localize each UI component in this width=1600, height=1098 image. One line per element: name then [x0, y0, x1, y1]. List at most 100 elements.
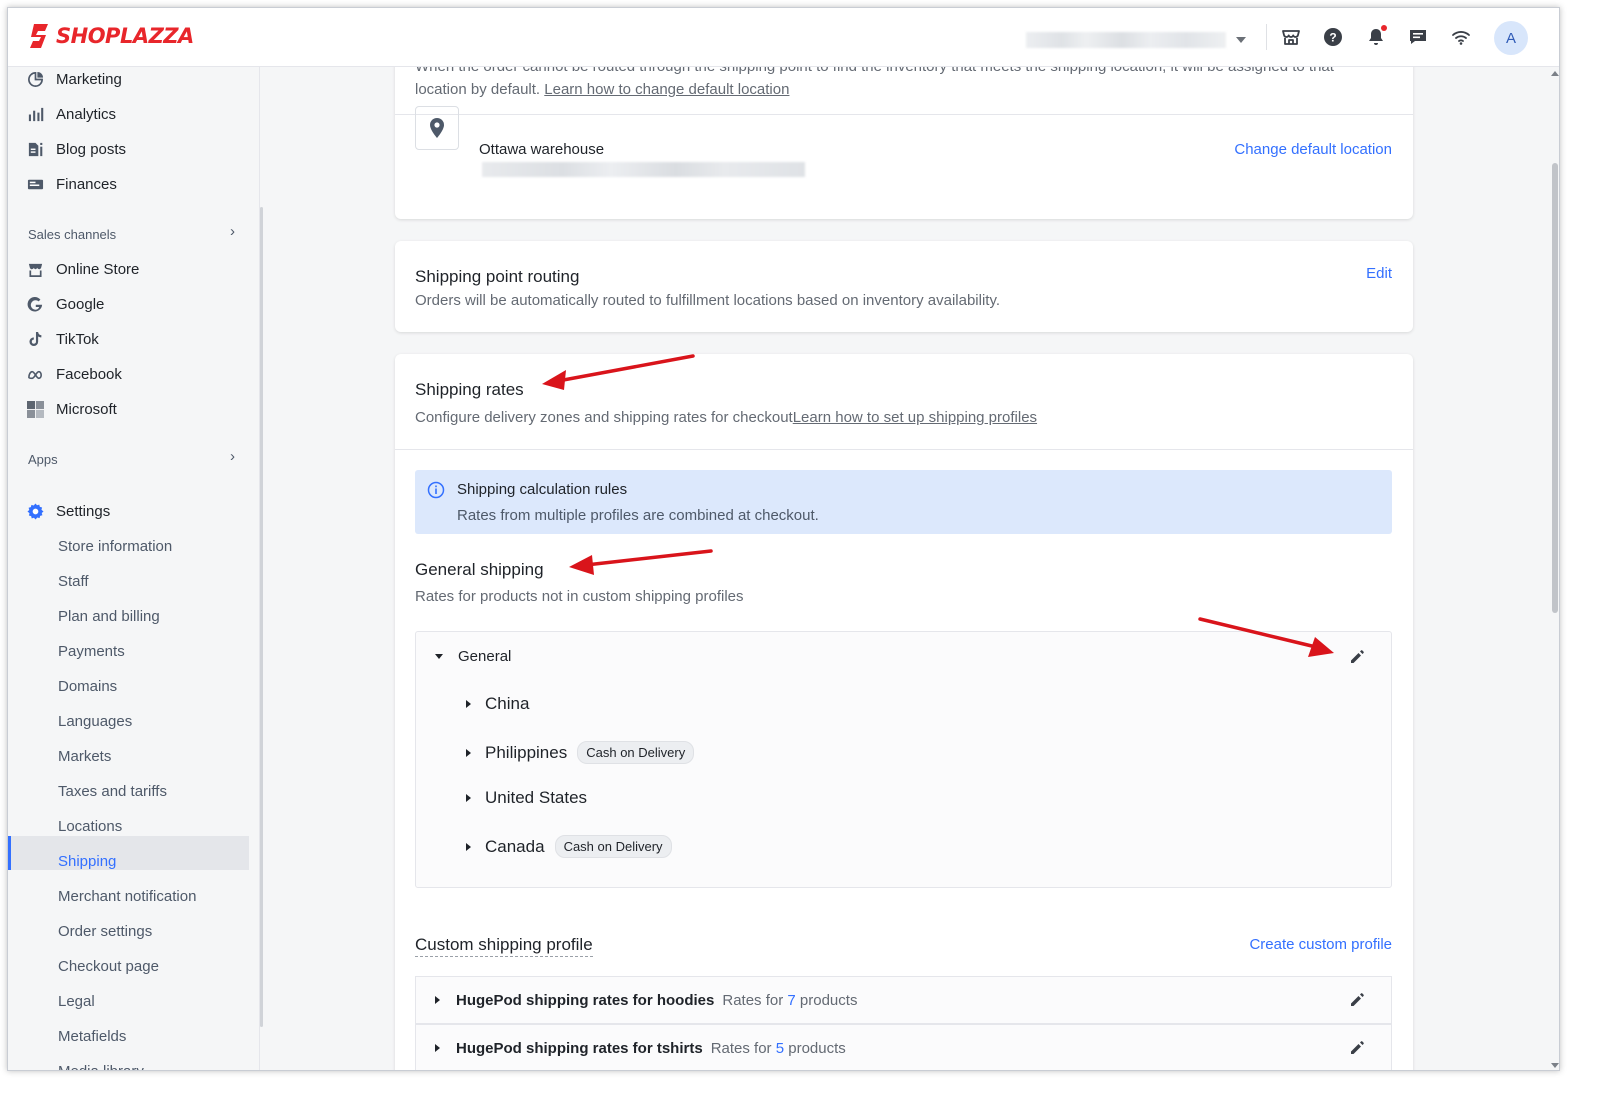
country-row-canada[interactable]: Canada Cash on Delivery: [466, 835, 672, 858]
divider: [395, 114, 1413, 115]
routing-description: Orders will be automatically routed to f…: [415, 292, 1001, 309]
custom-profile-row-hoodies[interactable]: HugePod shipping rates for hoodies Rates…: [415, 976, 1392, 1024]
sidebar-sub-order-settings[interactable]: Order settings: [58, 923, 152, 940]
sidebar-item-analytics[interactable]: Analytics: [26, 101, 116, 127]
location-name: Ottawa warehouse: [479, 141, 605, 158]
country-row-united-states[interactable]: United States: [466, 788, 587, 808]
country-name: Canada: [485, 836, 545, 856]
cash-on-delivery-badge: Cash on Delivery: [554, 835, 672, 858]
scroll-up-arrow-icon[interactable]: [1551, 71, 1559, 76]
custom-shipping-profile-title: Custom shipping profile: [415, 935, 593, 957]
expand-caret-icon: [435, 1044, 440, 1052]
analytics-icon: [26, 105, 44, 123]
country-row-china[interactable]: China: [466, 694, 529, 714]
sidebar-sub-staff[interactable]: Staff: [58, 573, 89, 590]
sidebar-item-label: Blog posts: [56, 140, 127, 158]
country-name: China: [485, 694, 530, 713]
sidebar-item-label: Finances: [56, 175, 117, 193]
sidebar-sub-store-information[interactable]: Store information: [58, 538, 172, 555]
expand-caret-icon: [435, 996, 440, 1004]
sidebar-item-tiktok[interactable]: TikTok: [26, 326, 99, 352]
shoplazza-logo[interactable]: SHOPLAZZA: [28, 22, 194, 50]
default-location-description: When the order cannot be routed through …: [415, 67, 1405, 75]
sidebar-item-finances[interactable]: Finances: [26, 171, 117, 197]
routing-edit-link[interactable]: Edit: [1366, 265, 1392, 282]
chevron-right-icon[interactable]: ›: [230, 448, 235, 465]
country-row-philippines[interactable]: Philippines Cash on Delivery: [466, 741, 695, 764]
chevron-right-icon[interactable]: ›: [230, 223, 235, 240]
expand-caret-icon: [466, 700, 471, 708]
messages-icon[interactable]: [1407, 26, 1429, 48]
store-name-redacted: [1026, 32, 1226, 48]
learn-shipping-profiles-link[interactable]: Learn how to set up shipping profiles: [793, 409, 1037, 426]
meta-icon: [26, 365, 44, 383]
sidebar-sub-markets[interactable]: Markets: [58, 748, 111, 765]
shipping-rates-description: Configure delivery zones and shipping ra…: [415, 409, 1038, 426]
sidebar-sub-metafields[interactable]: Metafields: [58, 1028, 126, 1045]
profile-rates-summary: Rates for 7 products: [722, 991, 858, 1009]
help-icon[interactable]: ?: [1322, 26, 1344, 48]
tiktok-icon: [26, 330, 44, 348]
profile-name: HugePod shipping rates for tshirts: [456, 1039, 703, 1057]
sidebar-sub-languages[interactable]: Languages: [58, 713, 132, 730]
general-profile-header[interactable]: General: [435, 648, 511, 665]
default-location-description-line2: location by default. Learn how to change…: [415, 81, 790, 98]
location-pin-icon: [430, 118, 444, 138]
routing-title: Shipping point routing: [415, 267, 580, 286]
sidebar-sub-media-library[interactable]: Media library: [58, 1063, 144, 1070]
sidebar-item-label: Facebook: [56, 365, 122, 383]
scrollbar-thumb[interactable]: [1552, 163, 1558, 613]
sidebar-sub-taxes-and-tariffs[interactable]: Taxes and tariffs: [58, 783, 167, 800]
gear-icon: [26, 502, 44, 520]
edit-profile-pencil-icon[interactable]: [1348, 991, 1366, 1009]
sidebar-item-online-store[interactable]: Online Store: [26, 256, 139, 282]
notification-bell-icon[interactable]: [1365, 25, 1387, 48]
online-store-icon[interactable]: [1280, 26, 1302, 48]
collapse-caret-icon: [435, 654, 443, 659]
sidebar-item-settings[interactable]: Settings: [26, 498, 110, 524]
product-count-link[interactable]: 5: [776, 1040, 784, 1057]
general-shipping-description: Rates for products not in custom shippin…: [415, 588, 744, 605]
wifi-icon[interactable]: [1450, 26, 1472, 48]
user-avatar[interactable]: A: [1494, 21, 1528, 55]
main-content: When the order cannot be routed through …: [260, 67, 1559, 1070]
sidebar-item-google[interactable]: Google: [26, 291, 104, 317]
edit-general-profile-pencil-icon[interactable]: [1348, 648, 1366, 666]
sidebar-item-facebook[interactable]: Facebook: [26, 361, 122, 387]
change-default-location-link[interactable]: Change default location: [1234, 141, 1392, 158]
sidebar-item-blog-posts[interactable]: Blog posts: [26, 136, 126, 162]
product-count-link[interactable]: 7: [787, 992, 795, 1009]
sidebar-item-label: Google: [56, 295, 105, 313]
sidebar-sub-domains[interactable]: Domains: [58, 678, 117, 695]
sidebar-item-marketing[interactable]: Marketing: [26, 66, 122, 92]
active-item-highlight: [8, 836, 249, 870]
shipping-point-routing-card: Shipping point routing Orders will be au…: [395, 241, 1413, 332]
page-scrollbar[interactable]: [1549, 67, 1559, 1070]
create-custom-profile-link[interactable]: Create custom profile: [1249, 936, 1392, 953]
sidebar-sub-legal[interactable]: Legal: [58, 993, 95, 1010]
sidebar-sub-locations[interactable]: Locations: [58, 818, 122, 835]
edit-profile-pencil-icon[interactable]: [1348, 1039, 1366, 1057]
learn-change-location-link[interactable]: Learn how to change default location: [544, 81, 789, 98]
sidebar-item-microsoft[interactable]: Microsoft: [26, 396, 117, 422]
sidebar-sub-merchant-notification[interactable]: Merchant notification: [58, 888, 196, 905]
custom-profile-row-tshirts[interactable]: HugePod shipping rates for tshirts Rates…: [415, 1024, 1392, 1070]
sidebar-sub-shipping[interactable]: Shipping: [58, 853, 116, 870]
sidebar-sub-plan-and-billing[interactable]: Plan and billing: [58, 608, 160, 625]
sidebar-item-label: TikTok: [56, 330, 99, 348]
profile-name: HugePod shipping rates for hoodies: [456, 991, 715, 1009]
sidebar-sub-checkout-page[interactable]: Checkout page: [58, 958, 159, 975]
info-title: Shipping calculation rules: [457, 481, 628, 498]
sidebar-sub-payments[interactable]: Payments: [58, 643, 125, 660]
divider: [395, 449, 1413, 450]
blog-icon: [26, 140, 44, 158]
logo-mark-icon: [30, 24, 48, 48]
profile-rates-summary: Rates for 5 products: [710, 1039, 846, 1057]
active-item-indicator: [8, 836, 11, 870]
store-selector[interactable]: [1026, 28, 1252, 52]
scroll-down-arrow-icon[interactable]: [1551, 1063, 1559, 1068]
finances-icon: [26, 175, 44, 193]
sidebar-item-label: Online Store: [56, 260, 140, 278]
apps-heading: Apps: [28, 452, 58, 467]
microsoft-icon: [26, 400, 44, 418]
